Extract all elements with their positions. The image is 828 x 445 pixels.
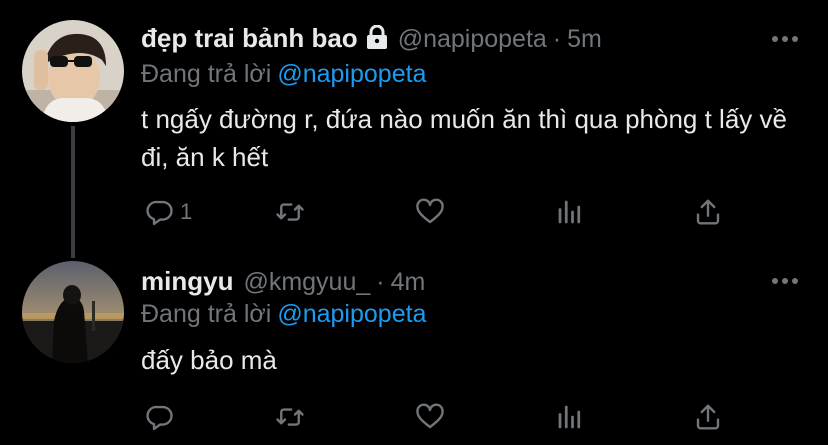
like-button[interactable] <box>415 195 445 229</box>
tweet-header: đẹp trai bảnh bao @napipopeta · 5m <box>141 23 602 54</box>
reply-prefix: Đang trả lời <box>141 60 272 88</box>
analytics-button[interactable] <box>555 195 585 229</box>
more-icon[interactable] <box>772 278 798 286</box>
retweet-button[interactable] <box>275 195 305 229</box>
handle[interactable]: @napipopeta <box>398 25 547 54</box>
display-name[interactable]: đẹp trai bảnh bao <box>141 23 358 54</box>
like-icon <box>416 403 444 429</box>
analytics-icon <box>558 405 581 429</box>
reply-icon <box>146 200 173 226</box>
like-icon <box>416 198 444 224</box>
reply-button[interactable]: 1 <box>144 195 192 229</box>
display-name[interactable]: mingyu <box>141 266 233 297</box>
analytics-button[interactable] <box>555 400 585 434</box>
retweet-icon <box>276 203 304 221</box>
retweet-button[interactable] <box>275 400 305 434</box>
separator: · <box>552 25 562 53</box>
reply-prefix: Đang trả lời <box>141 300 272 328</box>
tweet[interactable]: mingyu @kmgyuu_ · 4m Đang trả lời @napipo… <box>0 245 828 445</box>
share-icon <box>696 199 720 225</box>
replying-to: Đang trả lời @napipopeta <box>141 300 426 329</box>
replying-to: Đang trả lời @napipopeta <box>141 60 426 89</box>
tweet-text: t ngấy đường r, đứa nào muốn ăn thì qua … <box>141 104 787 172</box>
reply-mention[interactable]: @napipopeta <box>277 60 426 88</box>
tweet-actions <box>141 400 741 434</box>
share-button[interactable] <box>693 400 723 434</box>
avatar[interactable] <box>22 261 124 363</box>
share-icon <box>696 404 720 430</box>
reply-count: 1 <box>180 199 193 224</box>
tweet-header: mingyu @kmgyuu_ · 4m <box>141 266 425 297</box>
avatar[interactable] <box>22 20 124 122</box>
share-button[interactable] <box>693 195 723 229</box>
analytics-icon <box>558 200 581 224</box>
retweet-icon <box>276 408 304 426</box>
like-button[interactable] <box>415 400 445 434</box>
separator: · <box>376 268 385 296</box>
reply-button[interactable] <box>144 400 180 434</box>
thread-line <box>71 126 75 258</box>
lock-icon <box>366 24 388 49</box>
tweet-actions: 1 <box>141 195 741 229</box>
handle[interactable]: @kmgyuu_ <box>243 268 370 297</box>
more-icon[interactable] <box>772 36 798 44</box>
tweet[interactable]: đẹp trai bảnh bao @napipopeta · 5m Đang … <box>0 0 828 258</box>
tweet-text: đấy bảo mà <box>141 345 277 375</box>
reply-mention[interactable]: @napipopeta <box>277 300 426 328</box>
timestamp[interactable]: 4m <box>391 268 426 297</box>
reply-icon <box>146 405 173 431</box>
timestamp[interactable]: 5m <box>567 25 602 54</box>
